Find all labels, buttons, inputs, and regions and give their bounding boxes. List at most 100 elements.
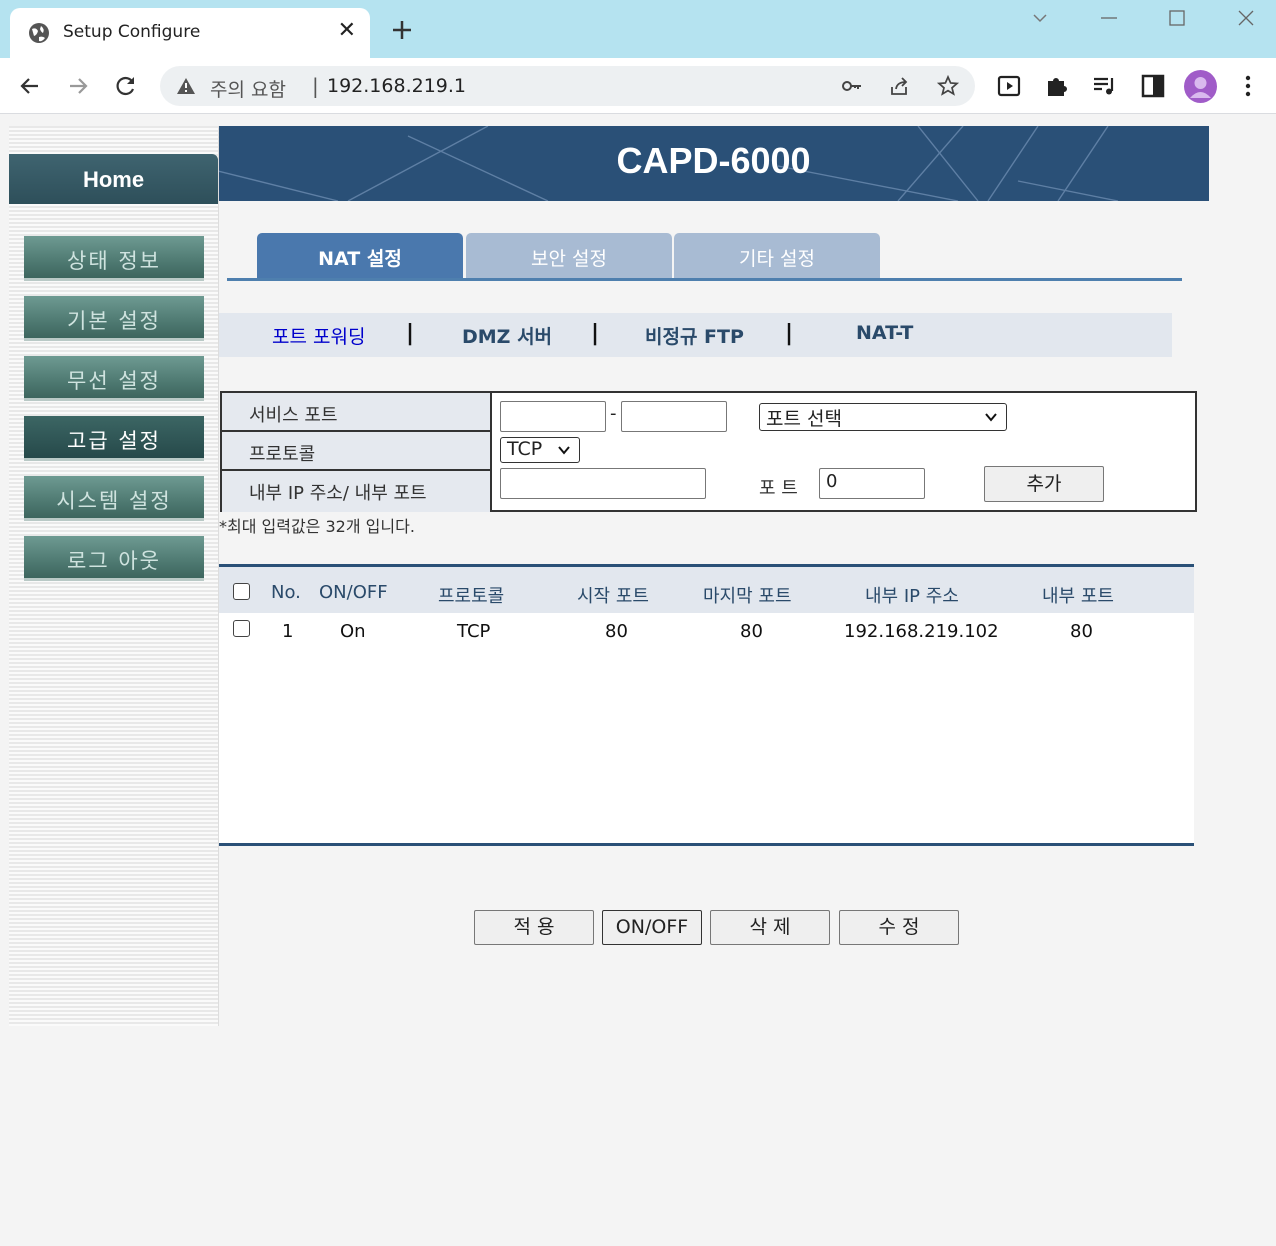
- sidebar-item-status[interactable]: 상태 정보: [24, 236, 204, 281]
- sidebar-item-label: 고급 설정: [67, 429, 161, 453]
- cell-start-port: 80: [605, 621, 628, 642]
- minimize-icon[interactable]: [1097, 6, 1121, 30]
- onoff-button[interactable]: ON/OFF: [602, 910, 702, 945]
- col-header-internal-ip: 내부 IP 주소: [865, 586, 959, 607]
- cell-internal-ip: 192.168.219.102: [844, 621, 999, 642]
- col-header-internal-port: 내부 포트: [1042, 586, 1114, 607]
- sidebar-item-logout[interactable]: 로그 아웃: [24, 536, 204, 581]
- max-entries-note: *최대 입력값은 32개 입니다.: [219, 517, 415, 536]
- forward-icon[interactable]: [64, 72, 92, 100]
- tab-title: Setup Configure: [63, 22, 201, 42]
- protocol-label: 프로토콜: [249, 444, 316, 465]
- col-header-start-port: 시작 포트: [577, 586, 649, 607]
- tab-search-icon[interactable]: [1028, 6, 1052, 30]
- sidebar-item-label: 상태 정보: [67, 249, 161, 273]
- close-window-icon[interactable]: [1234, 6, 1258, 30]
- protocol-value: TCP: [507, 438, 543, 460]
- internal-port-value: 0: [826, 471, 838, 492]
- sidebar-item-advanced-settings[interactable]: 고급 설정: [24, 416, 204, 461]
- tab-label: 보안 설정: [531, 248, 607, 270]
- row-checkbox[interactable]: [233, 620, 250, 637]
- end-port-input[interactable]: [621, 401, 727, 432]
- sidebar-item-label: 기본 설정: [67, 309, 161, 333]
- home-label: Home: [82, 167, 145, 192]
- cell-internal-port: 80: [1070, 621, 1093, 642]
- delete-button[interactable]: 삭 제: [710, 910, 830, 945]
- router-config-page: CAPD-6000 Home 상태 정보 기본 설정 무선 설정 고급 설정 시…: [9, 126, 1276, 1242]
- sidebar-item-label: 시스템 설정: [56, 489, 172, 513]
- chevron-down-icon: [558, 446, 570, 455]
- globe-icon: [29, 23, 49, 43]
- sidebar-item-label: 로그 아웃: [67, 549, 161, 573]
- internal-ip-label-cell: 내부 IP 주소/ 내부 포트: [222, 471, 492, 512]
- reload-icon[interactable]: [112, 72, 140, 100]
- chevron-down-icon: [985, 413, 997, 422]
- url-separator: |: [312, 74, 319, 98]
- share-icon[interactable]: [888, 74, 912, 98]
- side-panel-icon[interactable]: [1139, 72, 1167, 100]
- url-text[interactable]: 192.168.219.1: [327, 75, 466, 97]
- tab-label: 기타 설정: [739, 248, 815, 270]
- subnav-irregular-ftp[interactable]: 비정규 FTP: [645, 322, 744, 349]
- home-tab[interactable]: Home: [9, 154, 218, 204]
- apply-button[interactable]: 적 용: [474, 910, 594, 945]
- browser-tab[interactable]: Setup Configure ✕: [10, 8, 370, 58]
- media-router-icon[interactable]: [995, 72, 1023, 100]
- sidebar: Home 상태 정보 기본 설정 무선 설정 고급 설정 시스템 설정 로그 아…: [9, 126, 219, 1026]
- extensions-icon[interactable]: [1043, 72, 1071, 100]
- cell-protocol: TCP: [457, 621, 491, 642]
- key-icon[interactable]: [840, 74, 864, 98]
- start-port-input[interactable]: [500, 401, 606, 432]
- profile-avatar[interactable]: [1184, 70, 1217, 103]
- cell-end-port: 80: [740, 621, 763, 642]
- new-tab-icon[interactable]: [388, 16, 416, 44]
- menu-kebab-icon[interactable]: [1234, 72, 1262, 100]
- sub-navigation: 포트 포워딩 | DMZ 서버 | 비정규 FTP | NAT-T: [219, 313, 1172, 357]
- bookmark-star-icon[interactable]: [936, 74, 960, 98]
- port-select-dropdown[interactable]: 포트 선택: [759, 403, 1007, 431]
- sidebar-item-basic-settings[interactable]: 기본 설정: [24, 296, 204, 341]
- cell-no: 1: [282, 621, 294, 642]
- back-icon[interactable]: [16, 72, 44, 100]
- protocol-label-cell: 프로토콜: [222, 432, 492, 471]
- internal-port-input[interactable]: 0: [819, 468, 925, 499]
- modify-button[interactable]: 수 정: [839, 910, 959, 945]
- cell-onoff: On: [340, 621, 366, 642]
- protocol-select[interactable]: TCP: [500, 437, 580, 463]
- device-model-title: CAPD-6000: [616, 140, 811, 181]
- address-bar[interactable]: 주의 요함 | 192.168.219.1: [160, 66, 975, 106]
- service-port-label: 서비스 포트: [249, 405, 338, 426]
- browser-tab-bar: Setup Configure ✕: [0, 0, 1276, 58]
- person-icon: [1190, 77, 1211, 98]
- subnav-nat-t[interactable]: NAT-T: [856, 322, 913, 344]
- subnav-separator: |: [406, 321, 415, 346]
- col-header-no: No.: [271, 582, 301, 603]
- tab-other-settings[interactable]: 기타 설정: [674, 233, 880, 278]
- sidebar-item-wireless-settings[interactable]: 무선 설정: [24, 356, 204, 401]
- close-tab-icon[interactable]: ✕: [338, 18, 356, 43]
- subnav-port-forwarding[interactable]: 포트 포워딩: [272, 322, 365, 349]
- col-header-onoff: ON/OFF: [319, 582, 388, 603]
- service-port-label-cell: 서비스 포트: [222, 393, 492, 432]
- browser-toolbar: 주의 요함 | 192.168.219.1: [0, 58, 1276, 114]
- internal-ip-input[interactable]: [500, 468, 706, 499]
- col-header-end-port: 마지막 포트: [703, 586, 792, 607]
- main-tabs: NAT 설정 보안 설정 기타 설정: [227, 233, 1182, 281]
- subnav-dmz-server[interactable]: DMZ 서버: [462, 322, 552, 349]
- tab-nat-settings[interactable]: NAT 설정: [257, 233, 463, 278]
- maximize-icon[interactable]: [1165, 6, 1189, 30]
- sidebar-item-system-settings[interactable]: 시스템 설정: [24, 476, 204, 521]
- tab-label: NAT 설정: [318, 248, 402, 270]
- sidebar-item-label: 무선 설정: [67, 369, 161, 393]
- add-button[interactable]: 추가: [984, 466, 1104, 502]
- reading-list-icon[interactable]: [1091, 72, 1119, 100]
- internal-ip-label: 내부 IP 주소/ 내부 포트: [249, 483, 427, 504]
- security-warning-text[interactable]: 주의 요함: [210, 75, 286, 102]
- port-forwarding-form: 서비스 포트 프로토콜 내부 IP 주소/ 내부 포트 - 포트 선택 TCP …: [220, 391, 1197, 512]
- warning-icon: [177, 78, 195, 94]
- port-select-value: 포트 선택: [766, 408, 842, 430]
- tab-security-settings[interactable]: 보안 설정: [466, 233, 672, 278]
- subnav-separator: |: [591, 321, 600, 346]
- select-all-checkbox[interactable]: [233, 583, 250, 600]
- internal-port-label: 포 트: [759, 478, 798, 499]
